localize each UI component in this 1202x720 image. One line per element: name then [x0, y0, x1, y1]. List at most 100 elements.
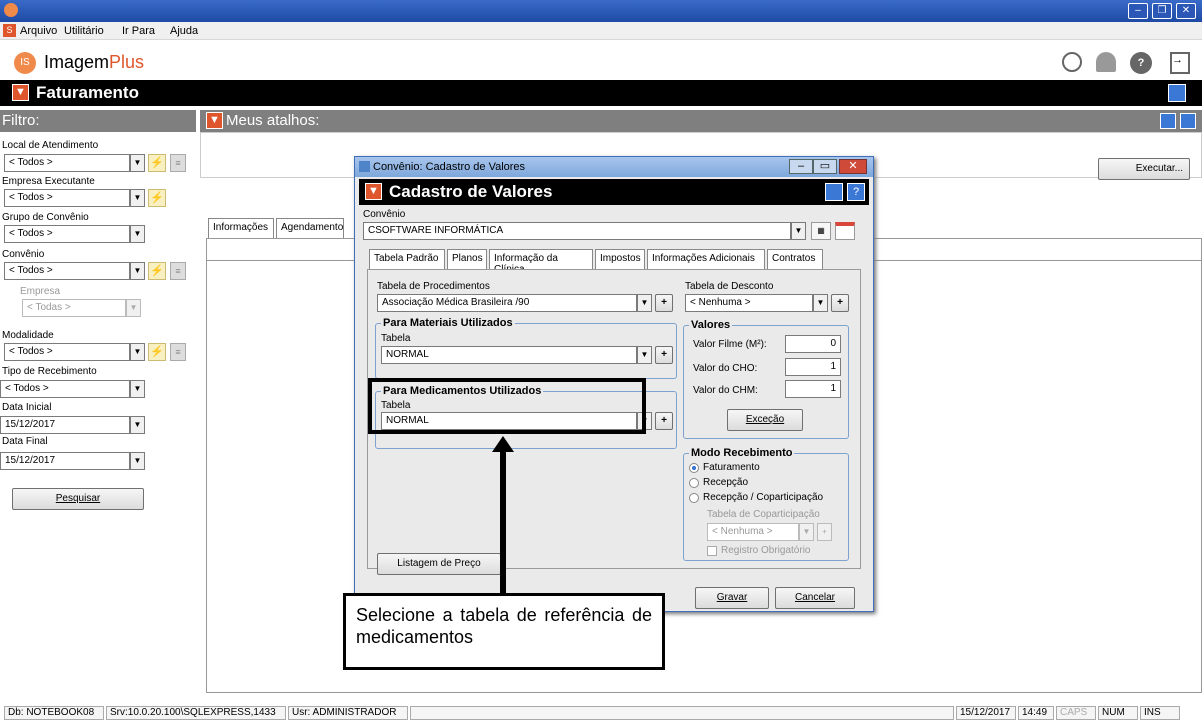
add-icon[interactable]: +	[655, 294, 673, 312]
atalhos-header: ▼ Meus atalhos:	[200, 110, 1202, 132]
chevron-down-icon[interactable]: ▼	[130, 189, 145, 207]
menu-ajuda[interactable]: Ajuda	[170, 25, 198, 37]
close-icon[interactable]: ✕	[1176, 3, 1196, 19]
dialog-header-icon: ▼	[365, 183, 382, 200]
chevron-down-icon[interactable]: ▼	[130, 380, 145, 398]
tab-contratos[interactable]: Contratos	[767, 249, 823, 269]
listagem-preco-button[interactable]: Listagem de Preço	[377, 553, 501, 575]
tab-informacoes-adicionais[interactable]: Informações Adicionais	[647, 249, 765, 269]
local-select[interactable]: < Todos >	[4, 154, 130, 172]
restore-icon[interactable]	[1160, 113, 1176, 129]
collapse-icon[interactable]: ▼	[206, 112, 223, 129]
help-icon[interactable]: ?	[1130, 52, 1152, 74]
minimize-icon[interactable]: –	[789, 159, 813, 174]
cho-label: Valor do CHO:	[693, 363, 758, 374]
tab-informacao-clinica[interactable]: Informação da Clínica	[489, 249, 593, 275]
add-icon[interactable]: +	[655, 346, 673, 364]
calendar-dropdown-icon[interactable]: ▼	[130, 416, 145, 434]
chevron-down-icon[interactable]: ▼	[637, 346, 652, 364]
logo-icon: IS	[14, 52, 36, 74]
dialog-icon	[359, 161, 370, 172]
chevron-down-icon[interactable]: ▼	[130, 154, 145, 172]
convenio-label: Convênio	[2, 249, 45, 260]
valores-title: Valores	[689, 319, 733, 331]
globe-icon[interactable]	[1062, 52, 1082, 72]
list-icon[interactable]: ≡	[170, 154, 186, 172]
exit-icon[interactable]: →	[1170, 52, 1190, 74]
chevron-down-icon[interactable]: ▼	[791, 222, 806, 240]
help-icon[interactable]: ?	[847, 183, 865, 201]
excecao-button[interactable]: Exceção	[727, 409, 803, 431]
chevron-down-icon[interactable]: ▼	[637, 294, 652, 312]
data-inicial-field[interactable]: 15/12/2017	[0, 416, 130, 434]
filme-input[interactable]: 0	[785, 335, 841, 353]
empresa-select[interactable]: < Todos >	[4, 189, 130, 207]
gravar-button[interactable]: Gravar	[695, 587, 769, 609]
radio-faturamento[interactable]	[689, 463, 699, 473]
cancelar-button[interactable]: Cancelar	[775, 587, 855, 609]
pesquisar-button[interactable]: Pesquisar	[12, 488, 144, 510]
add-icon[interactable]: +	[655, 412, 673, 430]
lightning-icon[interactable]: ⚡	[148, 262, 166, 280]
convenio-select[interactable]: < Todos >	[4, 262, 130, 280]
chevron-down-icon[interactable]: ▼	[813, 294, 828, 312]
tab-agendamento[interactable]: Agendamento	[276, 218, 344, 238]
status-date: 15/12/2017	[956, 706, 1016, 720]
tab-proc-select[interactable]: Associação Médica Brasileira /90	[377, 294, 637, 312]
minimize-panel-icon[interactable]	[1180, 113, 1196, 129]
lightning-icon[interactable]: ⚡	[148, 343, 166, 361]
tab-informacoes[interactable]: Informações	[208, 218, 274, 238]
calendar-icon[interactable]	[835, 222, 855, 240]
add-icon[interactable]: +	[831, 294, 849, 312]
mat-tabela-label: Tabela	[381, 333, 411, 344]
data-inicial-label: Data Inicial	[2, 402, 52, 413]
arrow-shaft	[500, 450, 506, 596]
menu-bar: S Arquivo Utilitário Ir Para Ajuda	[0, 22, 1202, 40]
menu-ir-para[interactable]: Ir Para	[122, 25, 155, 37]
dialog-header: ▼ Cadastro de Valores ?	[359, 179, 869, 205]
info-icon[interactable]	[825, 183, 843, 201]
close-icon[interactable]: ✕	[839, 159, 867, 174]
grupo-select[interactable]: < Todos >	[4, 225, 130, 243]
status-caps: CAPS	[1056, 706, 1096, 720]
chm-label: Valor do CHM:	[693, 385, 758, 396]
menu-utilitario[interactable]: Utilitário	[64, 25, 104, 37]
modalidade-label: Modalidade	[2, 330, 54, 341]
modalidade-select[interactable]: < Todos >	[4, 343, 130, 361]
chevron-down-icon[interactable]: ▼	[130, 343, 145, 361]
lightning-icon[interactable]: ⚡	[148, 189, 166, 207]
highlight-box	[368, 378, 646, 434]
user-icon[interactable]	[1096, 52, 1116, 72]
menu-arquivo[interactable]: Arquivo	[20, 25, 57, 37]
radio-recepcao[interactable]	[689, 478, 699, 488]
status-filler	[410, 706, 954, 720]
logo-area: IS ImagemPlus ? →	[0, 40, 1202, 80]
maximize-icon[interactable]: ❐	[1152, 3, 1172, 19]
chm-input[interactable]: 1	[785, 380, 841, 398]
convenio-select[interactable]: CSOFTWARE INFORMÁTICA	[363, 222, 791, 240]
tab-impostos[interactable]: Impostos	[595, 249, 645, 269]
minimize-icon[interactable]: –	[1128, 3, 1148, 19]
calendar-dropdown-icon[interactable]: ▼	[130, 452, 145, 470]
list-icon[interactable]: ≡	[170, 343, 186, 361]
chevron-down-icon[interactable]: ▼	[130, 262, 145, 280]
data-final-field[interactable]: 15/12/2017	[0, 452, 130, 470]
mat-tabela-select[interactable]: NORMAL	[381, 346, 637, 364]
tab-desc-select[interactable]: < Nenhuma >	[685, 294, 813, 312]
chevron-down-icon[interactable]: ▼	[130, 225, 145, 243]
refresh-icon[interactable]	[1168, 84, 1186, 102]
radio-recepcao-coparticipacao[interactable]	[689, 493, 699, 503]
module-header: ▼ Faturamento	[0, 80, 1202, 106]
registro-label: Registro Obrigatório	[721, 545, 811, 556]
status-time: 14:49	[1018, 706, 1054, 720]
tipo-select[interactable]: < Todos >	[0, 380, 130, 398]
callout-text: Selecione a tabela de referência de medi…	[356, 605, 652, 647]
tab-planos[interactable]: Planos	[447, 249, 487, 269]
cho-input[interactable]: 1	[785, 358, 841, 376]
maximize-icon[interactable]: ▭	[813, 159, 837, 174]
list-icon[interactable]: ≡	[170, 262, 186, 280]
executar-button[interactable]: Executar...	[1098, 158, 1190, 180]
lightning-icon[interactable]: ⚡	[148, 154, 166, 172]
tab-tabela-padrao[interactable]: Tabela Padrão	[369, 249, 445, 269]
table-icon[interactable]: ▦	[811, 222, 831, 240]
